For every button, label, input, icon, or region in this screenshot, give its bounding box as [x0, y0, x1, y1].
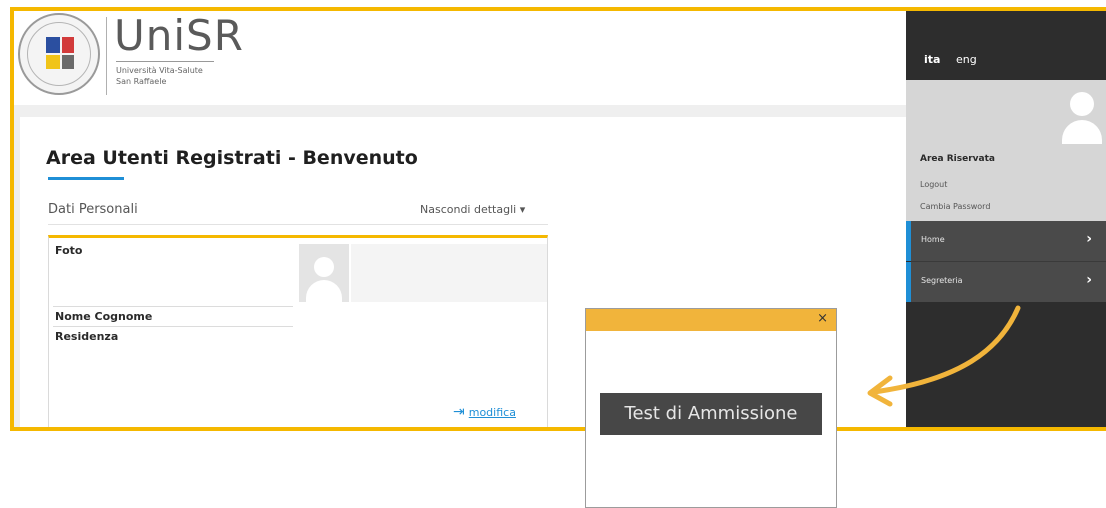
photo-area [351, 244, 547, 302]
edit-link[interactable]: ⇥ modifica [453, 404, 516, 420]
field-label-foto: Foto [55, 244, 83, 257]
logo-subtitle: Università Vita-Salute San Raffaele [116, 66, 203, 86]
logo-line [116, 61, 214, 62]
page-title: Area Utenti Registrati - Benvenuto [46, 147, 418, 169]
section-label: Dati Personali [48, 202, 138, 217]
edit-link-label: modifica [468, 406, 516, 419]
reserved-area-title: Area Riservata [920, 154, 995, 164]
dialog-header: × [586, 309, 836, 331]
field-divider [53, 326, 293, 327]
user-box: Area Riservata Logout Cambia Password [906, 80, 1106, 222]
popup-dialog: × Test di Ammissione [585, 308, 837, 508]
stage: UniSR Università Vita-Salute San Raffael… [0, 0, 1106, 508]
section-divider [48, 224, 548, 225]
test-di-ammissione-button[interactable]: Test di Ammissione [600, 393, 822, 435]
curved-arrow-icon [867, 305, 1021, 407]
logo-divider [106, 17, 107, 95]
logout-link[interactable]: Logout [920, 180, 947, 189]
unisr-seal-logo [18, 13, 100, 95]
field-divider [53, 306, 293, 307]
sidebar-item-label: Home [921, 235, 945, 244]
title-underline [48, 177, 124, 180]
field-label-nome-cognome: Nome Cognome [55, 310, 153, 323]
lang-eng[interactable]: eng [956, 53, 977, 66]
header-bar: UniSR Università Vita-Salute San Raffael… [10, 7, 906, 105]
sidebar-item-label: Segreteria [921, 276, 963, 285]
login-arrow-icon: ⇥ [453, 404, 465, 420]
change-password-link[interactable]: Cambia Password [920, 202, 990, 211]
personal-data-card: Foto Nome Cognome Residenza ⇥ modifica [48, 235, 548, 431]
field-label-residenza: Residenza [55, 330, 119, 343]
user-avatar-icon [1056, 84, 1106, 144]
sidebar-item-home[interactable]: Home › [906, 221, 1106, 261]
user-photo-placeholder-icon [299, 244, 349, 302]
hide-details-toggle[interactable]: Nascondi dettagli ▾ [420, 203, 525, 216]
close-icon[interactable]: × [817, 311, 828, 327]
logo-name: UniSR [114, 11, 244, 60]
lang-ita[interactable]: ita [924, 53, 940, 66]
sidebar-item-segreteria[interactable]: Segreteria › [906, 262, 1106, 302]
chevron-right-icon: › [1086, 231, 1092, 247]
chevron-right-icon: › [1086, 272, 1092, 288]
